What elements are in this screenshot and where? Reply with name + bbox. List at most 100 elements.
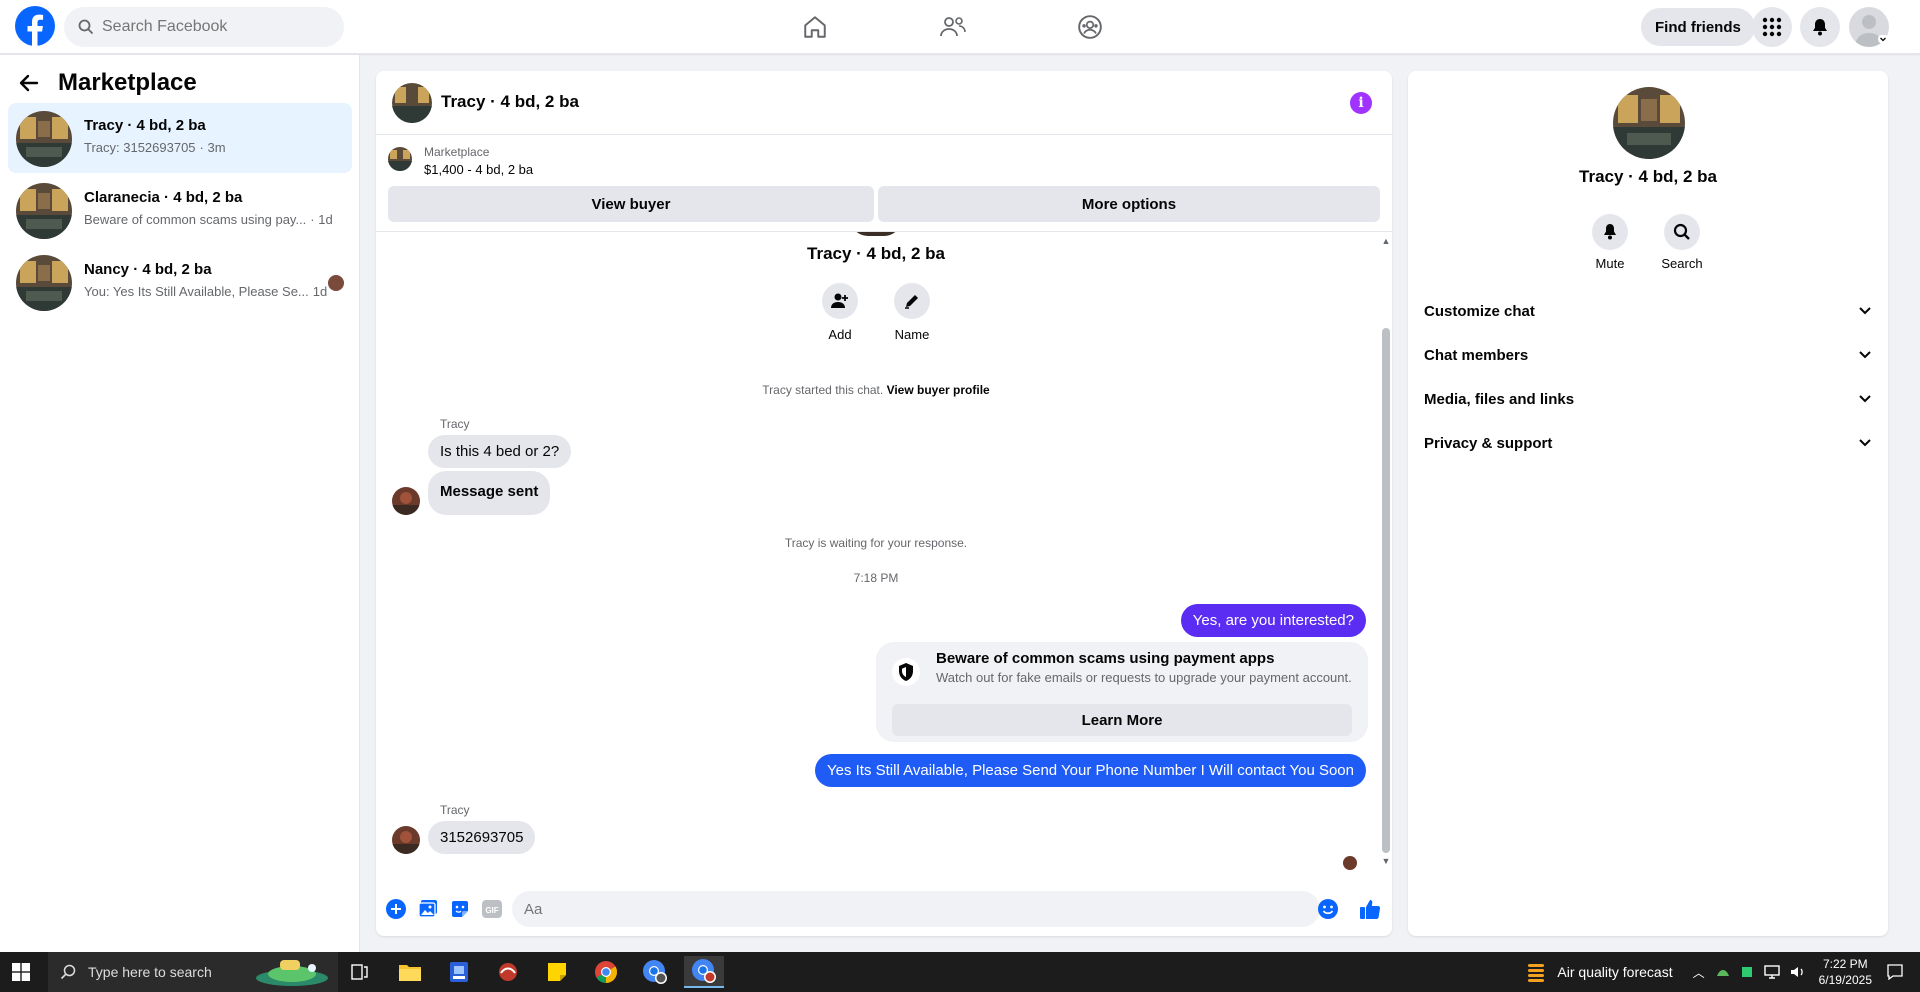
- chevron-up-icon[interactable]: ︿: [1693, 964, 1705, 981]
- sender-name: Tracy: [440, 803, 470, 817]
- thumbs-up-icon[interactable]: [1358, 897, 1382, 921]
- read-receipt-avatar: [1343, 856, 1357, 870]
- edit-name-button[interactable]: Name: [882, 283, 942, 342]
- speaker-icon[interactable]: [1789, 964, 1807, 980]
- weather-text[interactable]: Air quality forecast: [1557, 964, 1672, 980]
- bell-icon: [1604, 224, 1616, 240]
- gif-icon[interactable]: GIF: [480, 897, 504, 921]
- chat-scrollbar[interactable]: ▲ ▼: [1380, 236, 1392, 866]
- message-composer: GIF: [376, 884, 1392, 936]
- media-files-links-section[interactable]: Media, files and links: [1424, 381, 1872, 417]
- weather-icon[interactable]: [1525, 961, 1547, 983]
- chrome-active-icon[interactable]: [684, 956, 724, 988]
- photo-icon[interactable]: [416, 897, 440, 921]
- search-conversation-button[interactable]: Search: [1652, 214, 1712, 271]
- facebook-search-box[interactable]: [64, 7, 344, 47]
- listing-thumbnail: [16, 183, 72, 239]
- pencil-icon: [905, 295, 918, 309]
- app-icon[interactable]: [439, 956, 479, 988]
- file-explorer-icon[interactable]: [390, 956, 430, 988]
- taskbar-search-box[interactable]: Type here to search: [48, 952, 338, 992]
- listing-price[interactable]: $1,400 - 4 bd, 2 ba: [424, 162, 533, 177]
- incoming-message[interactable]: Is this 4 bed or 2?: [428, 435, 572, 468]
- clock-time: 7:22 PM: [1822, 957, 1868, 971]
- windows-start-icon[interactable]: [12, 963, 30, 986]
- outgoing-message[interactable]: Yes, are you interested?: [1180, 604, 1366, 637]
- chat-window: Tracy · 4 bd, 2 ba i Marketplace $1,400 …: [376, 71, 1392, 936]
- search-label: Search: [1661, 256, 1703, 271]
- system-clock[interactable]: 7:22 PM 6/19/2025: [1819, 956, 1872, 988]
- conversation-item-nancy[interactable]: Nancy · 4 bd, 2 ba You: Yes Its Still Av…: [8, 247, 352, 317]
- tray-shield-icon[interactable]: [1739, 964, 1755, 980]
- privacy-support-section[interactable]: Privacy & support: [1424, 425, 1872, 461]
- bell-icon[interactable]: [1800, 7, 1840, 47]
- app-icon[interactable]: [488, 956, 528, 988]
- chat-header: Tracy · 4 bd, 2 ba i: [376, 71, 1392, 135]
- conversation-preview: Beware of common scams using pay... · 1d: [84, 212, 333, 227]
- tray-app-icon[interactable]: [1715, 964, 1731, 980]
- message-input-box[interactable]: [512, 891, 1320, 927]
- windows-taskbar: Type here to search Air quality forecast…: [0, 952, 1920, 992]
- shield-icon: [892, 658, 920, 686]
- chat-details-panel: Tracy · 4 bd, 2 ba Mute Search Customize…: [1408, 71, 1888, 936]
- back-arrow-icon[interactable]: [18, 72, 40, 94]
- facebook-search-input[interactable]: [102, 18, 322, 36]
- conversation-item-claranecia[interactable]: Claranecia · 4 bd, 2 ba Beware of common…: [8, 175, 352, 245]
- emoji-icon[interactable]: [1316, 897, 1340, 921]
- listing-thumbnail[interactable]: [388, 147, 412, 171]
- conversation-preview: Tracy: 3152693705 · 3m: [84, 140, 226, 155]
- conversation-item-tracy[interactable]: Tracy · 4 bd, 2 ba Tracy: 3152693705 · 3m: [8, 103, 352, 173]
- view-buyer-button[interactable]: View buyer: [388, 186, 874, 222]
- scrollbar-thumb[interactable]: [1382, 328, 1390, 853]
- sidebar-title: Marketplace: [58, 69, 197, 96]
- seen-avatar: [328, 275, 344, 291]
- profile-name: Tracy · 4 bd, 2 ba: [1579, 167, 1717, 186]
- add-people-button[interactable]: Add: [810, 283, 870, 342]
- chevron-down-icon: [1859, 439, 1871, 447]
- groups-icon[interactable]: [1070, 8, 1110, 46]
- chat-avatar[interactable]: [392, 83, 432, 123]
- outgoing-message[interactable]: Yes Its Still Available, Please Send You…: [814, 754, 1366, 787]
- profile-avatar[interactable]: [1613, 87, 1685, 159]
- incoming-message[interactable]: 3152693705: [428, 821, 536, 854]
- add-person-icon: [831, 293, 848, 308]
- listing-thumbnail: [16, 255, 72, 311]
- search-icon: [60, 964, 76, 980]
- search-highlight-image: [256, 960, 328, 986]
- plus-circle-icon[interactable]: [384, 897, 408, 921]
- info-icon[interactable]: i: [1350, 92, 1372, 114]
- clock-date: 6/19/2025: [1818, 973, 1872, 987]
- task-view-icon[interactable]: [340, 956, 380, 988]
- sticker-icon[interactable]: [448, 897, 472, 921]
- system-tray: Air quality forecast ︿ 7:22 PM 6/19/2025: [1525, 952, 1920, 992]
- facebook-logo[interactable]: [15, 6, 55, 46]
- chat-title[interactable]: Tracy · 4 bd, 2 ba: [441, 92, 579, 112]
- learn-more-button[interactable]: Learn More: [892, 704, 1352, 736]
- chrome-icon[interactable]: [586, 956, 626, 988]
- menu-grid-icon[interactable]: [1752, 7, 1792, 47]
- profile-avatar-partial: [850, 232, 902, 236]
- incoming-message[interactable]: Message sent: [428, 471, 551, 515]
- find-friends-button[interactable]: Find friends: [1641, 8, 1755, 46]
- chrome-profile-icon[interactable]: [635, 956, 675, 988]
- more-options-button[interactable]: More options: [878, 186, 1380, 222]
- friends-icon[interactable]: [933, 8, 973, 46]
- conversation-title: Claranecia · 4 bd, 2 ba: [84, 189, 243, 206]
- mute-button[interactable]: Mute: [1580, 214, 1640, 271]
- message-input[interactable]: [524, 900, 1224, 918]
- chat-members-section[interactable]: Chat members: [1424, 337, 1872, 373]
- sender-avatar: [392, 826, 420, 854]
- customize-chat-section[interactable]: Customize chat: [1424, 293, 1872, 329]
- message-timestamp: 7:18 PM: [853, 571, 899, 585]
- scroll-down-icon[interactable]: ▼: [1380, 856, 1392, 866]
- network-icon[interactable]: [1763, 964, 1781, 980]
- scroll-up-icon[interactable]: ▲: [1380, 236, 1392, 246]
- notification-center-icon[interactable]: [1886, 963, 1904, 981]
- chevron-down-icon: [1859, 351, 1871, 359]
- add-label: Add: [828, 327, 852, 342]
- warning-title: Beware of common scams using payment app…: [936, 650, 1275, 667]
- sticky-notes-icon[interactable]: [537, 956, 577, 988]
- chevron-down-icon[interactable]: [1878, 35, 1888, 43]
- view-buyer-profile-link[interactable]: View buyer profile: [887, 383, 990, 397]
- home-icon[interactable]: [795, 8, 835, 46]
